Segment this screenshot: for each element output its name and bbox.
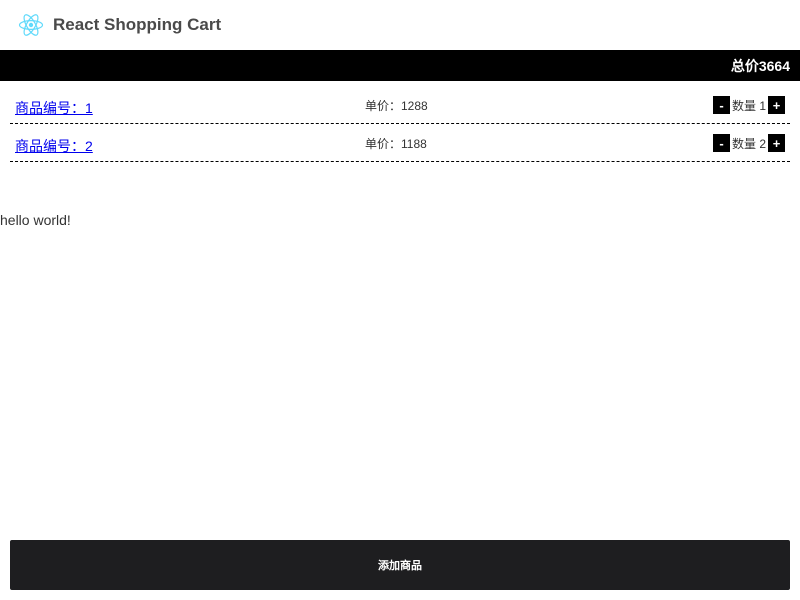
quantity-value: 数量 1 [731,98,766,113]
total-price-bar: 总价3664 [0,50,800,81]
increase-quantity-button[interactable]: + [768,134,785,152]
product-link[interactable]: 商品编号：2 [15,136,93,156]
quantity-stepper: - 数量 2 + [712,134,785,152]
quantity-stepper: - 数量 1 + [712,96,785,114]
react-logo-icon [17,11,45,39]
cart-list: 商品编号：1 单价：1288 - 数量 1 + 商品编号：2 单价：1188 -… [10,86,790,162]
total-price: 总价3664 [730,57,790,74]
increase-quantity-button[interactable]: + [768,96,785,114]
add-product-button[interactable]: 添加商品 [10,540,790,590]
quantity-value: 数量 2 [731,136,766,151]
cart-item: 商品编号：2 单价：1188 - 数量 2 + [10,124,790,162]
product-link[interactable]: 商品编号：1 [15,98,93,118]
decrease-quantity-button[interactable]: - [712,134,730,152]
app-title: React Shopping Cart [53,15,222,34]
unit-price: 单价：1188 [365,137,427,151]
decrease-quantity-button[interactable]: - [712,96,730,114]
app-header: React Shopping Cart [0,0,800,50]
unit-price: 单价：1288 [365,99,428,113]
cart-item: 商品编号：1 单价：1288 - 数量 1 + [10,86,790,124]
hello-text: hello world! [0,212,71,228]
